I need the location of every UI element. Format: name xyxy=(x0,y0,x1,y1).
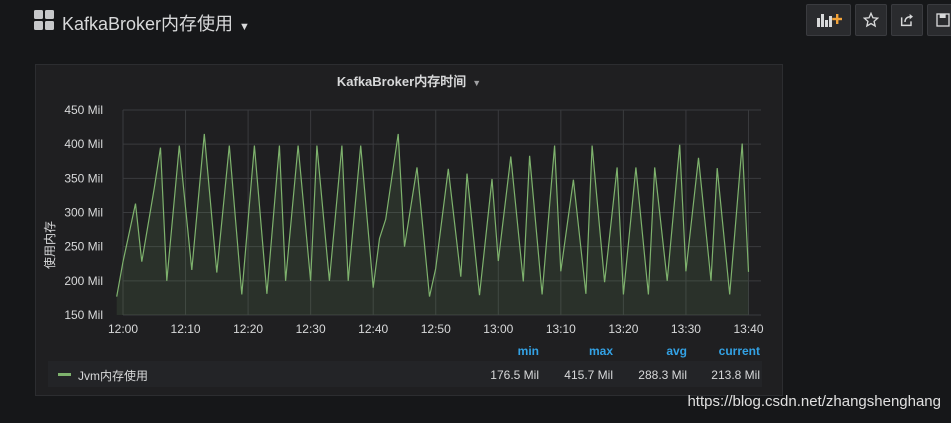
x-tick-label: 13:40 xyxy=(733,322,763,336)
watermark-text: https://blog.csdn.net/zhangshenghang xyxy=(687,393,941,410)
y-axis-ticks: 150 Mil 200 Mil 250 Mil 300 Mil 350 Mil 400 M… xyxy=(64,103,103,322)
x-tick-label: 12:10 xyxy=(171,322,201,336)
y-tick-label: 350 Mil xyxy=(64,171,103,185)
legend-series-swatch[interactable] xyxy=(58,373,71,376)
legend-series-min: 176.5 Mil xyxy=(490,368,539,382)
legend-header-current[interactable]: current xyxy=(692,344,760,358)
legend-series-row[interactable]: Jvm内存使用 176.5 Mil 415.7 Mil 288.3 Mil 21… xyxy=(48,361,762,387)
add-panel-button[interactable] xyxy=(806,4,851,36)
star-icon xyxy=(863,12,879,28)
x-tick-label: 12:20 xyxy=(233,322,263,336)
x-tick-label: 13:10 xyxy=(546,322,576,336)
y-tick-label: 450 Mil xyxy=(64,103,103,117)
legend-series-max: 415.7 Mil xyxy=(564,368,613,382)
share-dashboard-button[interactable] xyxy=(891,4,923,36)
dashboard-grid-icon[interactable] xyxy=(34,10,54,30)
legend-header-min[interactable]: min xyxy=(476,344,539,358)
y-tick-label: 250 Mil xyxy=(64,240,103,254)
x-tick-label: 12:50 xyxy=(421,322,451,336)
share-icon xyxy=(900,14,913,27)
chart-series xyxy=(116,133,750,315)
dashboard-title: KafkaBroker内存使用 xyxy=(62,14,234,34)
graph-panel: KafkaBroker内存时间 ▼ 150 Mil 200 Mil 250 Mil 30… xyxy=(35,64,783,396)
memory-chart: 150 Mil 200 Mil 250 Mil 300 Mil 350 Mil 400 M… xyxy=(42,103,764,336)
x-tick-label: 13:00 xyxy=(483,322,513,336)
caret-down-icon: ▼ xyxy=(239,21,250,33)
y-tick-label: 200 Mil xyxy=(64,274,103,288)
series-area xyxy=(116,133,749,315)
legend-series-name[interactable]: Jvm内存使用 xyxy=(78,367,148,384)
legend-header-avg[interactable]: avg xyxy=(620,344,687,358)
y-tick-label: 150 Mil xyxy=(64,308,103,322)
x-tick-label: 12:40 xyxy=(358,322,388,336)
x-tick-label: 13:20 xyxy=(608,322,638,336)
y-axis-label: 使用内存 xyxy=(42,221,57,269)
add-panel-icon xyxy=(816,14,842,27)
legend-header-max[interactable]: max xyxy=(546,344,613,358)
legend-series-avg: 288.3 Mil xyxy=(638,368,687,382)
save-dashboard-button[interactable] xyxy=(927,4,951,36)
x-axis-ticks: 12:00 12:10 12:20 12:30 12:40 12:50 13:00 13:10… xyxy=(108,322,764,336)
star-dashboard-button[interactable] xyxy=(855,4,887,36)
legend-series-current: 213.8 Mil xyxy=(711,368,760,382)
dashboard-title-picker[interactable]: KafkaBroker内存使用 ▼ xyxy=(62,10,250,36)
x-tick-label: 13:30 xyxy=(671,322,701,336)
dashboard-navbar: KafkaBroker内存使用 ▼ xyxy=(0,0,951,44)
y-tick-label: 400 Mil xyxy=(64,137,103,151)
save-icon xyxy=(936,13,950,27)
y-tick-label: 300 Mil xyxy=(64,206,103,220)
x-tick-label: 12:30 xyxy=(296,322,326,336)
x-tick-label: 12:00 xyxy=(108,322,138,336)
